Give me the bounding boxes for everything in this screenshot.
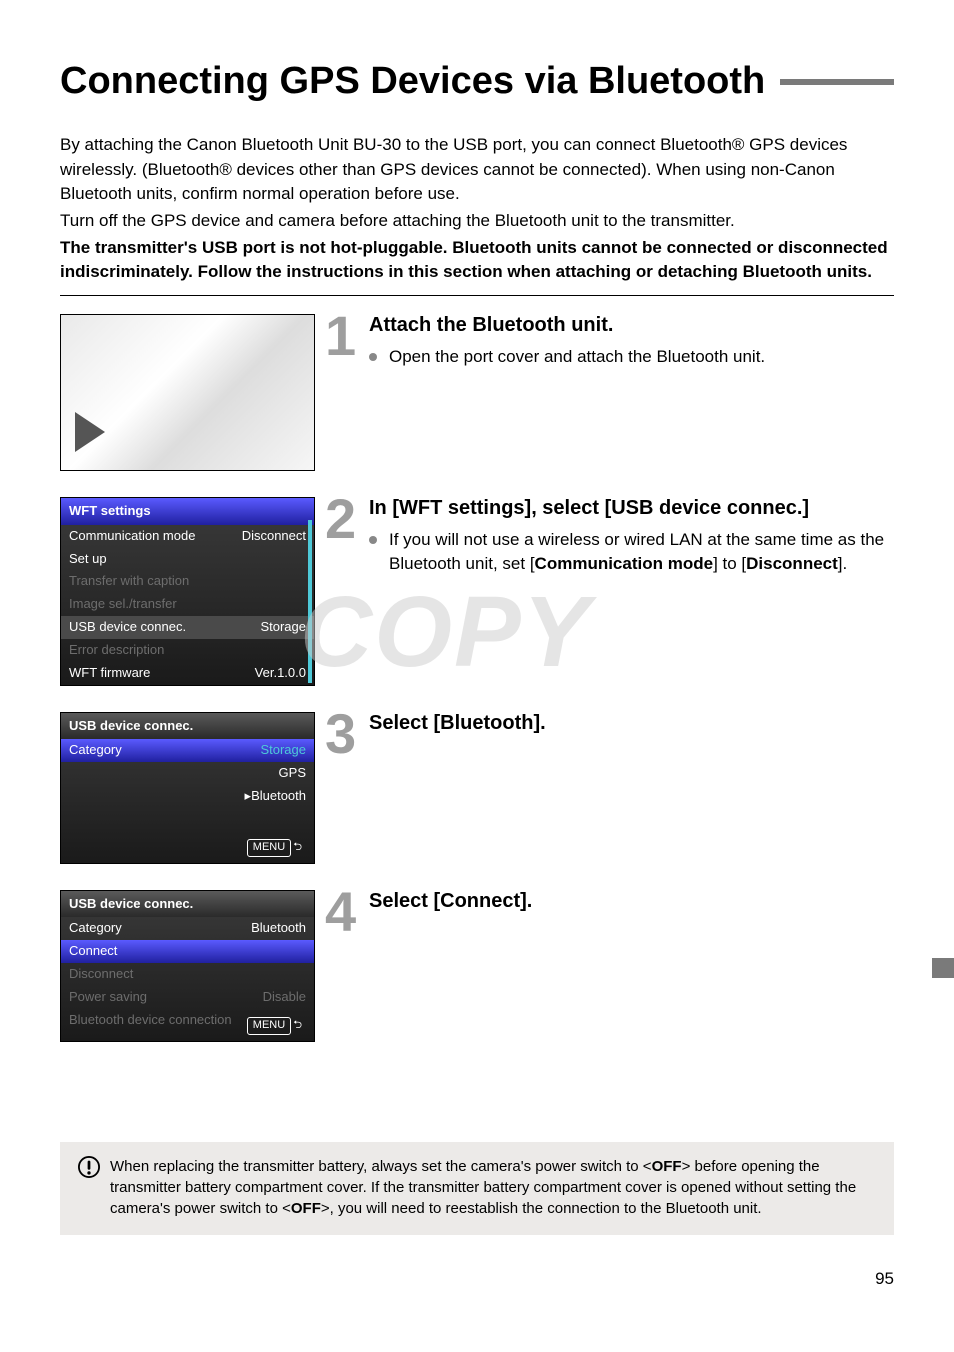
step-number-4: 4 — [325, 884, 365, 940]
menu1-r7r: Ver.1.0.0 — [255, 664, 306, 683]
menu2-opt2: GPS — [279, 764, 306, 783]
side-tab-marker — [932, 958, 954, 978]
intro-p1: By attaching the Canon Bluetooth Unit BU… — [60, 133, 894, 207]
menu3-r2l: Connect — [69, 942, 117, 961]
menu1-r4l: Image sel./transfer — [69, 595, 177, 614]
section-divider — [60, 295, 894, 296]
title-rule — [780, 79, 894, 85]
step-number-2: 2 — [325, 491, 365, 547]
menu-back-icon: MENU — [247, 1017, 291, 1035]
menu3-r4l: Power saving — [69, 988, 147, 1007]
menu2-opt3: ▸Bluetooth — [245, 787, 306, 806]
menu3-r3l: Disconnect — [69, 965, 133, 984]
caution-note: When replacing the transmitter battery, … — [60, 1142, 894, 1235]
menu3-r1l: Category — [69, 919, 122, 938]
menu1-r6l: Error description — [69, 641, 164, 660]
menu-scrollbar — [308, 520, 312, 683]
menu1-r2l: Set up — [69, 550, 107, 569]
menu2-category: Category — [69, 741, 122, 760]
menu3-r5l: Bluetooth device connection — [69, 1011, 232, 1030]
intro-p3: The transmitter's USB port is not hot-pl… — [60, 236, 894, 285]
illustration-attach-unit — [60, 314, 315, 471]
menu2-opt1: Storage — [260, 741, 306, 760]
step-1: 1 Attach the Bluetooth unit. Open the po… — [60, 314, 894, 471]
menu1-r5l: USB device connec. — [69, 618, 186, 637]
caution-text: When replacing the transmitter battery, … — [110, 1156, 876, 1219]
menu-usb-device-connec-1: USB device connec. Category Storage GPS ▸… — [60, 712, 315, 864]
step-2-bullet: If you will not use a wireless or wired … — [389, 528, 894, 577]
step-3-title: Select [Bluetooth]. — [369, 712, 894, 735]
step-number-3: 3 — [325, 706, 365, 762]
menu1-r1l: Communication mode — [69, 527, 195, 546]
menu2-title: USB device connec. — [61, 713, 314, 740]
menu1-r1r: Disconnect — [242, 527, 306, 546]
bullet-icon — [369, 353, 377, 361]
menu1-r7l: WFT firmware — [69, 664, 150, 683]
menu1-r5r: Storage — [260, 618, 306, 637]
bullet-icon — [369, 536, 377, 544]
page-number: 95 — [60, 1269, 894, 1289]
page-title: Connecting GPS Devices via Bluetooth — [60, 60, 765, 103]
step-3: USB device connec. Category Storage GPS ▸… — [60, 712, 894, 864]
step-4-title: Select [Connect]. — [369, 890, 894, 913]
step-number-1: 1 — [325, 308, 365, 364]
step-2-title: In [WFT settings], select [USB device co… — [369, 497, 894, 520]
menu1-title: WFT settings — [61, 498, 314, 525]
menu3-r4r: Disable — [263, 988, 306, 1007]
menu-wft-settings: WFT settings Communication mode Disconnec… — [60, 497, 315, 686]
step-4: USB device connec. Category Bluetooth Con… — [60, 890, 894, 1042]
intro-p2: Turn off the GPS device and camera befor… — [60, 209, 894, 234]
step-1-bullet: Open the port cover and attach the Bluet… — [389, 345, 765, 370]
caution-icon — [78, 1156, 100, 1178]
menu-back-icon: MENU — [247, 839, 291, 857]
menu1-r3l: Transfer with caption — [69, 572, 189, 591]
step-2: WFT settings Communication mode Disconnec… — [60, 497, 894, 686]
menu3-title: USB device connec. — [61, 891, 314, 918]
step-1-title: Attach the Bluetooth unit. — [369, 314, 894, 337]
menu-usb-device-connec-2: USB device connec. Category Bluetooth Con… — [60, 890, 315, 1042]
arrow-icon — [75, 412, 105, 452]
menu3-r1r: Bluetooth — [251, 919, 306, 938]
